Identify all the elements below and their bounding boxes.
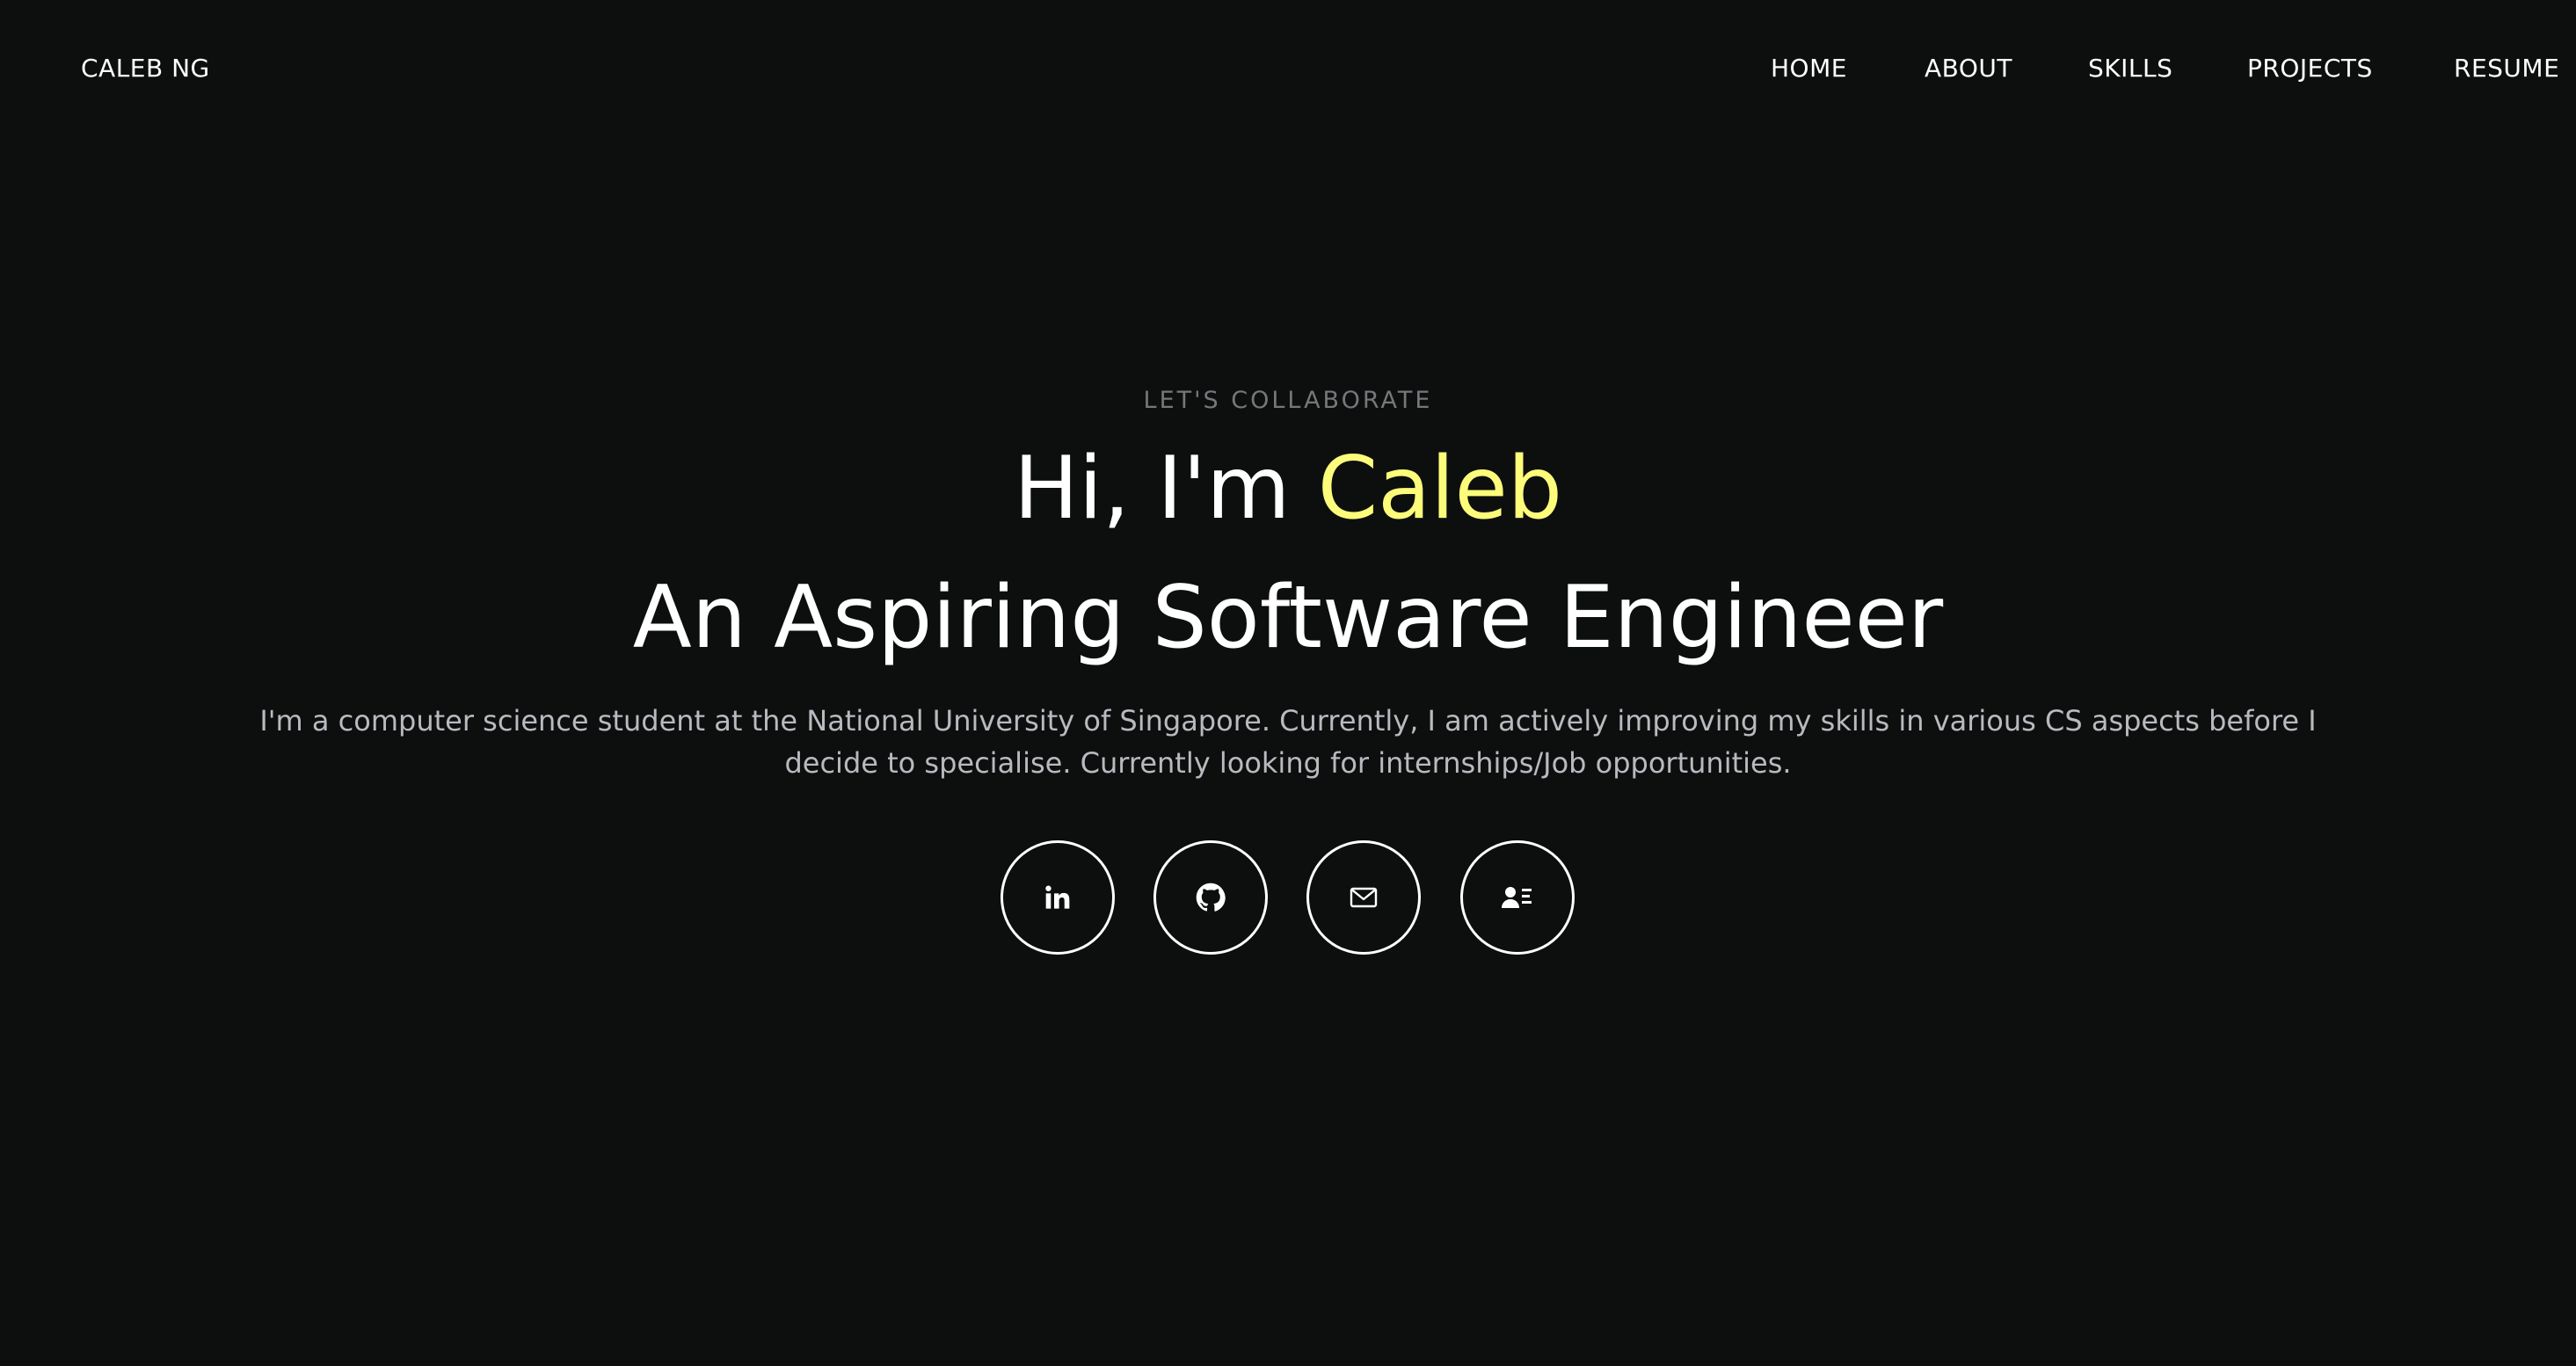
social-links bbox=[0, 840, 2576, 958]
greeting-prefix: Hi, I'm bbox=[1014, 439, 1318, 539]
linkedin-icon bbox=[1044, 883, 1072, 912]
hero-eyebrow: LET'S COLLABORATE bbox=[1143, 387, 1433, 414]
email-button[interactable] bbox=[1306, 840, 1421, 955]
linkedin-button[interactable] bbox=[1001, 840, 1115, 955]
hero-section: LET'S COLLABORATE Hi, I'm Caleb An Aspir… bbox=[0, 0, 2576, 1366]
greeting-name: Caleb bbox=[1317, 439, 1562, 539]
github-button[interactable] bbox=[1153, 840, 1268, 955]
github-icon bbox=[1196, 883, 1226, 912]
contact-card-icon bbox=[1502, 885, 1533, 910]
hero-description: I'm a computer science student at the Na… bbox=[259, 704, 2317, 780]
resume-button[interactable] bbox=[1460, 840, 1575, 955]
hero-role: An Aspiring Software Engineer bbox=[632, 568, 1944, 668]
mail-icon bbox=[1350, 887, 1378, 908]
hero-greeting: Hi, I'm Caleb bbox=[0, 434, 2576, 543]
